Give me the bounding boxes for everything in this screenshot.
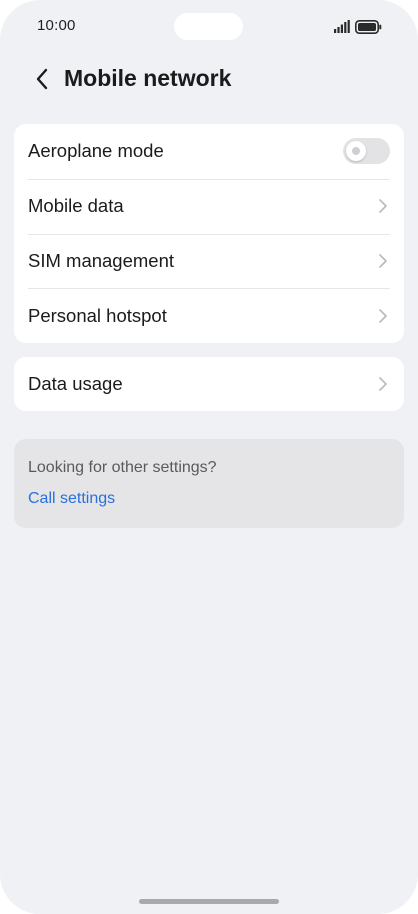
- chevron-right-icon: [379, 199, 387, 213]
- page-title: Mobile network: [64, 65, 232, 91]
- battery-icon: [355, 20, 382, 34]
- camera-notch: [174, 13, 243, 40]
- mobile-data-label: Mobile data: [28, 195, 124, 217]
- network-settings-card: Aeroplane mode Mobile data SIM managemen…: [14, 124, 404, 343]
- chevron-right-icon: [379, 254, 387, 268]
- toggle-knob: [346, 141, 366, 162]
- data-usage-row[interactable]: Data usage: [14, 357, 404, 411]
- personal-hotspot-label: Personal hotspot: [28, 304, 167, 326]
- suggestion-box: Looking for other settings? Call setting…: [14, 439, 404, 528]
- aeroplane-mode-toggle[interactable]: [343, 138, 390, 165]
- suggestion-text: Looking for other settings?: [28, 459, 217, 476]
- sim-management-label: SIM management: [28, 249, 175, 271]
- page-header: Mobile network: [0, 58, 418, 100]
- personal-hotspot-row[interactable]: Personal hotspot: [14, 288, 404, 343]
- back-arrow-icon: [36, 68, 48, 90]
- aeroplane-mode-row[interactable]: Aeroplane mode: [14, 124, 404, 179]
- phone-screen: 10:00 Mobile network Aeroplane mode Mobi…: [0, 0, 418, 914]
- sim-management-row[interactable]: SIM management: [14, 233, 404, 289]
- home-indicator[interactable]: [139, 899, 279, 904]
- chevron-right-icon: [379, 308, 387, 323]
- mobile-data-row[interactable]: Mobile data: [14, 178, 404, 234]
- status-bar: 10:00: [0, 0, 418, 54]
- data-usage-label: Data usage: [28, 373, 123, 394]
- status-time: 10:00: [37, 17, 76, 34]
- signal-icon: [334, 20, 350, 33]
- chevron-right-icon: [379, 377, 387, 391]
- call-settings-link[interactable]: Call settings: [28, 490, 115, 508]
- aeroplane-mode-label: Aeroplane mode: [28, 140, 164, 162]
- back-button[interactable]: [26, 62, 58, 96]
- data-usage-card: Data usage: [14, 357, 404, 411]
